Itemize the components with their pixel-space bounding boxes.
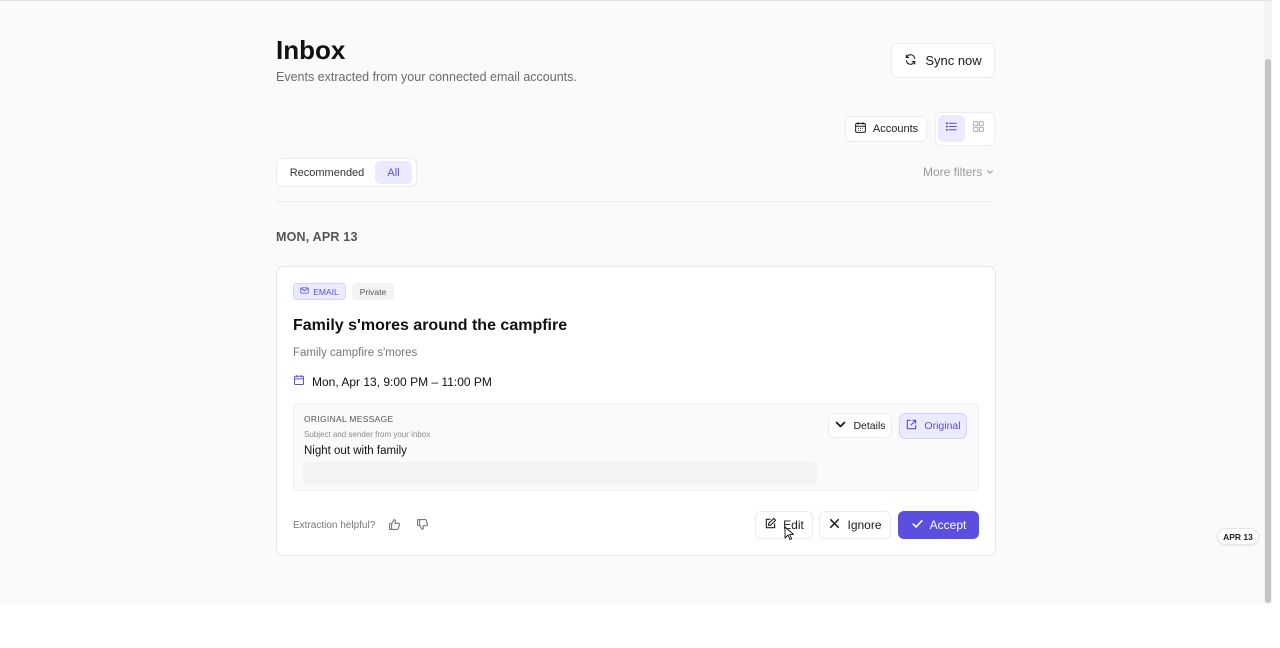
grid-icon xyxy=(972,120,985,138)
original-button[interactable]: Original xyxy=(899,413,967,439)
accounts-button[interactable]: Accounts xyxy=(845,116,927,142)
feedback-label: Extraction helpful? xyxy=(293,520,376,531)
refresh-icon xyxy=(904,53,917,69)
event-time-label: Mon, Apr 13, 9:00 PM – 11:00 PM xyxy=(312,374,492,389)
email-badge-label: EMAIL xyxy=(313,286,339,297)
accept-button[interactable]: Accept xyxy=(898,511,979,539)
accept-label: Accept xyxy=(929,518,967,532)
sync-now-label: Sync now xyxy=(925,53,982,68)
list-icon xyxy=(945,120,958,138)
accounts-label: Accounts xyxy=(872,123,919,135)
list-view-button[interactable] xyxy=(938,115,965,142)
chevron-down-icon xyxy=(834,418,847,434)
chevron-down-icon xyxy=(986,165,994,179)
thumbs-down-icon[interactable] xyxy=(416,518,430,532)
mail-icon xyxy=(300,286,309,297)
edit-icon xyxy=(764,517,777,533)
thumbs-up-icon[interactable] xyxy=(388,518,402,532)
tab-recommended[interactable]: Recommended xyxy=(285,162,369,183)
original-message-subject: Night out with family xyxy=(304,445,407,457)
close-icon xyxy=(828,517,841,533)
mouse-cursor-icon xyxy=(784,526,794,540)
original-message-hint: Subject and sender from your inbox xyxy=(304,430,431,439)
event-title: Family s'mores around the campfire xyxy=(293,317,568,334)
window-bottom-area xyxy=(0,604,1280,648)
scrollbar[interactable] xyxy=(1264,1,1272,605)
original-label: Original xyxy=(924,420,961,432)
date-scroll-indicator: APR 13 xyxy=(1217,528,1259,545)
grid-view-button[interactable] xyxy=(966,115,991,142)
details-label: Details xyxy=(853,419,886,432)
more-filters-button[interactable]: More filters xyxy=(923,165,994,179)
ignore-button[interactable]: Ignore xyxy=(819,511,891,539)
more-filters-label: More filters xyxy=(923,165,983,179)
message-preview-fade xyxy=(303,462,817,484)
sync-now-button[interactable]: Sync now xyxy=(891,43,995,78)
page-title: Inbox xyxy=(276,35,346,65)
details-button[interactable]: Details xyxy=(828,413,892,438)
tab-all[interactable]: All xyxy=(375,161,412,184)
email-source-badge: EMAIL xyxy=(293,283,346,300)
page-subtitle: Events extracted from your connected ema… xyxy=(276,70,577,84)
calendar-icon xyxy=(293,374,305,389)
external-link-icon xyxy=(905,418,918,434)
original-message-label: ORIGINAL MESSAGE xyxy=(304,414,394,424)
check-icon xyxy=(911,517,924,533)
inbox-page: Inbox Events extracted from your connect… xyxy=(0,0,1272,605)
event-description: Family campfire s'mores xyxy=(293,347,418,359)
event-time: Mon, Apr 13, 9:00 PM – 11:00 PM xyxy=(293,374,492,389)
calendar-icon xyxy=(854,121,867,137)
filter-divider xyxy=(276,201,995,202)
date-group-heading: MON, APR 13 xyxy=(276,230,358,244)
private-badge: Private xyxy=(352,283,394,300)
ignore-label: Ignore xyxy=(847,518,882,532)
scrollbar-thumb[interactable] xyxy=(1265,59,1271,603)
